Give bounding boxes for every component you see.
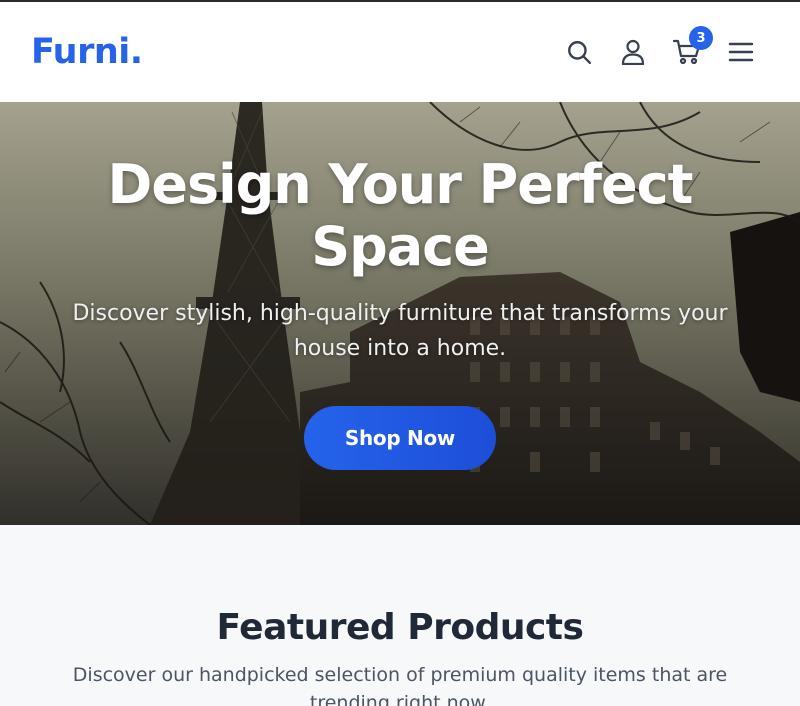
- hero-section: Design Your Perfect Space Discover styli…: [0, 102, 800, 525]
- site-header: Furni. 3: [0, 2, 800, 102]
- featured-products-section: Featured Products Discover our handpicke…: [0, 525, 800, 706]
- logo[interactable]: Furni.: [31, 32, 143, 72]
- logo-dot: .: [129, 32, 143, 72]
- cart-button[interactable]: 3: [660, 26, 714, 74]
- search-button[interactable]: [552, 30, 606, 74]
- shop-now-button[interactable]: Shop Now: [304, 406, 496, 470]
- cart-count-badge: 3: [689, 26, 713, 50]
- logo-text: Furni: [31, 32, 130, 72]
- hero-content: Design Your Perfect Space Discover styli…: [0, 102, 800, 525]
- user-icon: [621, 39, 645, 65]
- hero-subtitle: Discover stylish, high-quality furniture…: [72, 301, 728, 361]
- menu-icon: [728, 42, 754, 62]
- header-icons: 3: [552, 26, 768, 74]
- menu-button[interactable]: [714, 30, 768, 74]
- account-button[interactable]: [606, 30, 660, 74]
- search-icon: [568, 41, 592, 65]
- hero-title: Design Your Perfect Space: [107, 153, 694, 278]
- featured-title: Featured Products: [216, 607, 584, 648]
- featured-subtitle: Discover our handpicked selection of pre…: [72, 664, 728, 706]
